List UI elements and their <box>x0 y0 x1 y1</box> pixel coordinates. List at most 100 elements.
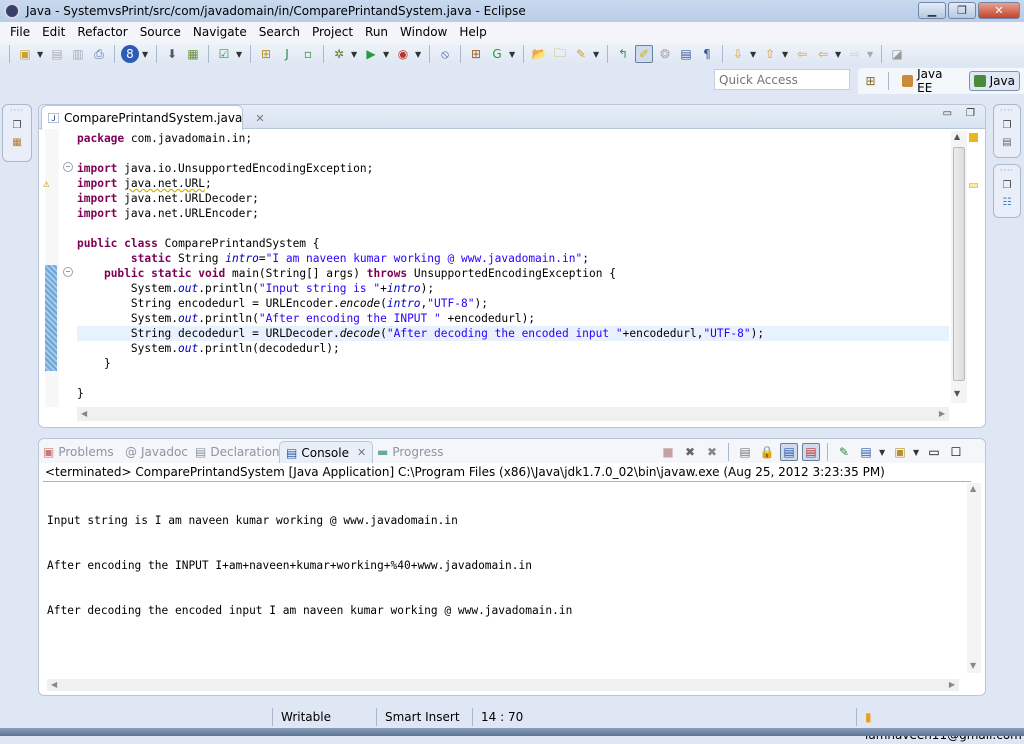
display-console-dropdown-icon[interactable]: ▼ <box>879 448 887 457</box>
editor-tab[interactable]: 🄹 ComparePrintandSystem.java ✕ <box>41 105 265 130</box>
scroll-thumb[interactable] <box>953 147 965 381</box>
trim-drag-handle[interactable]: ···· <box>994 167 1020 175</box>
minimize-icon[interactable]: ▭ <box>943 108 952 119</box>
open-perspective-icon[interactable]: ⊞ <box>862 72 879 90</box>
back-dropdown-icon[interactable]: ▼ <box>835 50 843 59</box>
restore-icon[interactable]: ❐ <box>966 108 975 119</box>
close-button[interactable]: ✕ <box>978 2 1020 19</box>
menu-project[interactable]: Project <box>306 25 359 39</box>
new-dropdown-icon[interactable]: ▼ <box>37 50 45 59</box>
new-class-icon[interactable]: ▫ <box>299 45 317 63</box>
console-vertical-scrollbar[interactable]: ▲ ▼ <box>967 483 981 673</box>
menu-refactor[interactable]: Refactor <box>71 25 133 39</box>
debug-dropdown-icon[interactable]: ▼ <box>351 50 359 59</box>
new-class-dropdown-icon[interactable]: ▼ <box>509 50 517 59</box>
menu-help[interactable]: Help <box>453 25 492 39</box>
new-package-icon[interactable]: ⊞ <box>467 45 485 63</box>
new-java-project-icon[interactable]: ⊞ <box>257 45 275 63</box>
toggle-breadcrumb-icon[interactable]: ↰ <box>614 45 632 63</box>
terminate-icon[interactable]: ■ <box>659 443 677 461</box>
tab-progress[interactable]: ▬ Progress <box>377 441 444 463</box>
external-tools-icon[interactable]: ◉ <box>394 45 412 63</box>
scroll-down-icon[interactable]: ▼ <box>970 661 976 670</box>
remove-launch-icon[interactable]: ✖ <box>681 443 699 461</box>
editor-vertical-scrollbar[interactable]: ▲ ▼ <box>951 131 967 403</box>
tab-console[interactable]: ▤ Console ✕ <box>279 441 374 463</box>
run-dropdown-icon[interactable]: ▼ <box>383 50 391 59</box>
search-dropdown-icon[interactable]: ▼ <box>593 50 601 59</box>
search-brush-icon[interactable]: ✎ <box>572 45 590 63</box>
block-selection-icon[interactable]: ❂ <box>656 45 674 63</box>
open-console-icon[interactable]: ▣ <box>891 443 909 461</box>
forward-icon[interactable]: ⇨ <box>846 45 864 63</box>
menu-search[interactable]: Search <box>253 25 306 39</box>
scroll-right-icon[interactable]: ▶ <box>949 680 955 689</box>
print-icon[interactable]: ⎙ <box>90 45 108 63</box>
warning-icon[interactable]: ⚠ <box>43 177 57 191</box>
open-task-icon[interactable]: 🗀 <box>551 45 569 63</box>
android-sdk-icon[interactable]: ⬇ <box>163 45 181 63</box>
menu-file[interactable]: File <box>4 25 36 39</box>
warning-marker[interactable] <box>969 183 978 188</box>
scroll-down-icon[interactable]: ▼ <box>954 389 960 398</box>
trim-drag-handle[interactable]: ···· <box>994 107 1020 115</box>
previous-annotation-icon[interactable]: ⇧ <box>761 45 779 63</box>
fold-icon[interactable]: − <box>63 162 73 172</box>
task-list-icon[interactable]: ▤ <box>1000 137 1014 149</box>
restore-icon[interactable]: ❐ <box>1000 120 1014 132</box>
editor-horizontal-scrollbar[interactable]: ◀ ▶ <box>77 407 949 421</box>
scroll-up-icon[interactable]: ▲ <box>954 132 960 141</box>
external-tools-dropdown-icon[interactable]: ▼ <box>415 50 423 59</box>
next-annotation-dropdown-icon[interactable]: ▼ <box>750 50 758 59</box>
perspective-java[interactable]: Java <box>968 71 1020 91</box>
outline-icon[interactable]: ☷ <box>1000 197 1014 209</box>
clear-console-icon[interactable]: ▤ <box>736 443 754 461</box>
run-icon[interactable]: ▶ <box>362 45 380 63</box>
remove-all-terminated-icon[interactable]: ✖ <box>703 443 721 461</box>
menu-edit[interactable]: Edit <box>36 25 71 39</box>
console-horizontal-scrollbar[interactable]: ◀ ▶ <box>47 679 959 691</box>
scroll-left-icon[interactable]: ◀ <box>81 409 87 418</box>
restore-icon[interactable]: ❐ <box>10 120 24 132</box>
console-output[interactable]: Input string is I am naveen kumar workin… <box>47 483 572 648</box>
task-dropdown-icon[interactable]: ▼ <box>236 50 244 59</box>
debug-icon[interactable]: ✲ <box>330 45 348 63</box>
scroll-up-icon[interactable]: ▲ <box>970 484 976 493</box>
mark-occurrences-icon[interactable]: ✐ <box>635 45 653 63</box>
minimize-icon[interactable]: ▭ <box>925 443 943 461</box>
pin-console-icon[interactable]: ✎ <box>835 443 853 461</box>
package-explorer-icon[interactable]: ▦ <box>10 137 24 149</box>
save-all-icon[interactable]: ▥ <box>69 45 87 63</box>
menu-window[interactable]: Window <box>394 25 453 39</box>
close-tab-icon[interactable]: ✕ <box>255 112 264 125</box>
scroll-left-icon[interactable]: ◀ <box>51 680 57 689</box>
scroll-right-icon[interactable]: ▶ <box>939 409 945 418</box>
menu-navigate[interactable]: Navigate <box>187 25 253 39</box>
show-whitespace-icon[interactable]: ¶ <box>698 45 716 63</box>
restore-icon[interactable]: ❐ <box>1000 180 1014 192</box>
maximize-icon[interactable]: ☐ <box>947 443 965 461</box>
skip-breakpoints-icon[interactable]: ⦸ <box>436 45 454 63</box>
show-on-stderr-icon[interactable]: ▤ <box>802 443 820 461</box>
trim-drag-handle[interactable]: ···· <box>3 107 31 115</box>
warning-summary-icon[interactable] <box>969 133 978 142</box>
menu-run[interactable]: Run <box>359 25 394 39</box>
overview-ruler[interactable] <box>969 131 981 403</box>
last-edit-location-icon[interactable]: ⇦ <box>793 45 811 63</box>
code-area[interactable]: ⚠ − − package com.javadomain.in; import … <box>39 129 949 407</box>
show-on-stdout-icon[interactable]: ▤ <box>780 443 798 461</box>
back-icon[interactable]: ⇦ <box>814 45 832 63</box>
new-junit-icon[interactable]: J <box>278 45 296 63</box>
next-annotation-icon[interactable]: ⇩ <box>729 45 747 63</box>
tab-javadoc[interactable]: @ Javadoc <box>125 441 188 463</box>
google-icon[interactable]: 8 <box>121 45 139 63</box>
quick-access-input[interactable] <box>714 69 850 90</box>
google-dropdown-icon[interactable]: ▼ <box>142 50 150 59</box>
android-avd-icon[interactable]: ▦ <box>184 45 202 63</box>
close-tab-icon[interactable]: ✕ <box>357 446 366 459</box>
open-type-icon[interactable]: 📂 <box>530 45 548 63</box>
save-icon[interactable]: ▤ <box>48 45 66 63</box>
restore-button[interactable]: ❐ <box>948 2 976 19</box>
pin-editor-icon[interactable]: ◪ <box>888 45 906 63</box>
minimize-button[interactable]: ▁ <box>918 2 946 19</box>
